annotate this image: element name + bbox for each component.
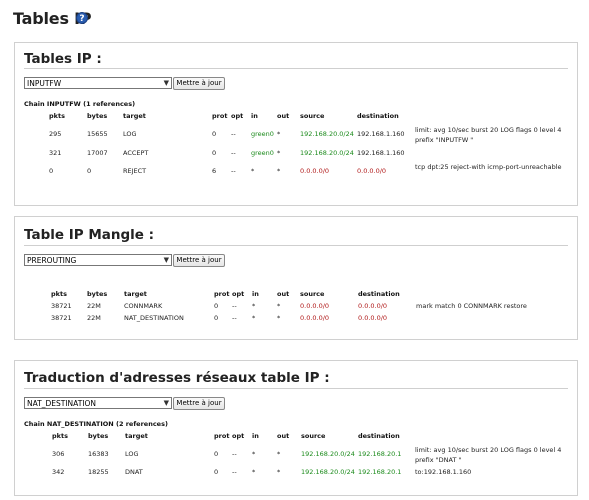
col-header-in: in (252, 290, 259, 298)
col-header-prot: prot (214, 432, 230, 440)
col-header-destination: destination (358, 432, 400, 440)
col-header-source: source (300, 290, 325, 298)
col-header-target: target (125, 432, 148, 440)
filter-panel: Tables IP : INPUTFW ▼ Mettre à jour Chai… (14, 42, 578, 206)
col-header-destination: destination (358, 290, 400, 298)
col-header-out: out (277, 290, 290, 298)
chevron-down-icon: ▼ (163, 79, 169, 87)
mangle-panel: Table IP Mangle : PREROUTING ▼ Mettre à … (14, 216, 578, 340)
help-icon[interactable]: ? (76, 12, 88, 24)
col-header-in: in (251, 112, 258, 120)
panel-title: Tables IP : (24, 51, 102, 67)
col-header-opt: opt (232, 432, 245, 440)
update-button[interactable]: Mettre à jour (173, 397, 225, 410)
col-header-prot: prot (212, 112, 228, 120)
col-header-in: in (252, 432, 259, 440)
chain-select-value: PREROUTING (27, 256, 77, 265)
panel-title: Table IP Mangle : (24, 227, 155, 243)
chain-select[interactable]: NAT_DESTINATION ▼ (24, 397, 172, 409)
col-header-source: source (301, 432, 326, 440)
divider (24, 245, 568, 246)
nat-panel: Traduction d'adresses réseaux table IP :… (14, 360, 578, 496)
col-header-out: out (277, 432, 290, 440)
chain-select[interactable]: INPUTFW ▼ (24, 77, 172, 89)
chain-select-value: NAT_DESTINATION (27, 399, 97, 408)
col-header-opt: opt (231, 112, 244, 120)
col-header-source: source (300, 112, 325, 120)
chevron-down-icon: ▼ (163, 256, 169, 264)
divider (24, 388, 568, 389)
col-header-opt: opt (232, 290, 245, 298)
col-header-destination: destination (357, 112, 399, 120)
col-header-target: target (124, 290, 147, 298)
panel-title: Traduction d'adresses réseaux table IP : (24, 370, 330, 386)
divider (24, 68, 568, 69)
chain-select[interactable]: PREROUTING ▼ (24, 254, 172, 266)
chain-select-value: INPUTFW (27, 79, 62, 88)
update-button[interactable]: Mettre à jour (173, 254, 225, 267)
chain-title: Chain NAT_DESTINATION (2 references) (24, 420, 168, 428)
col-header-prot: prot (214, 290, 230, 298)
chevron-down-icon: ▼ (163, 399, 169, 407)
col-header-pkts: pkts (52, 432, 68, 440)
col-header-pkts: pkts (49, 112, 65, 120)
chain-title: Chain INPUTFW (1 references) (24, 100, 136, 108)
col-header-bytes: bytes (87, 112, 108, 120)
col-header-bytes: bytes (87, 290, 108, 298)
col-header-pkts: pkts (51, 290, 67, 298)
update-button[interactable]: Mettre à jour (173, 77, 225, 90)
col-header-out: out (277, 112, 290, 120)
col-header-bytes: bytes (88, 432, 109, 440)
col-header-target: target (123, 112, 146, 120)
